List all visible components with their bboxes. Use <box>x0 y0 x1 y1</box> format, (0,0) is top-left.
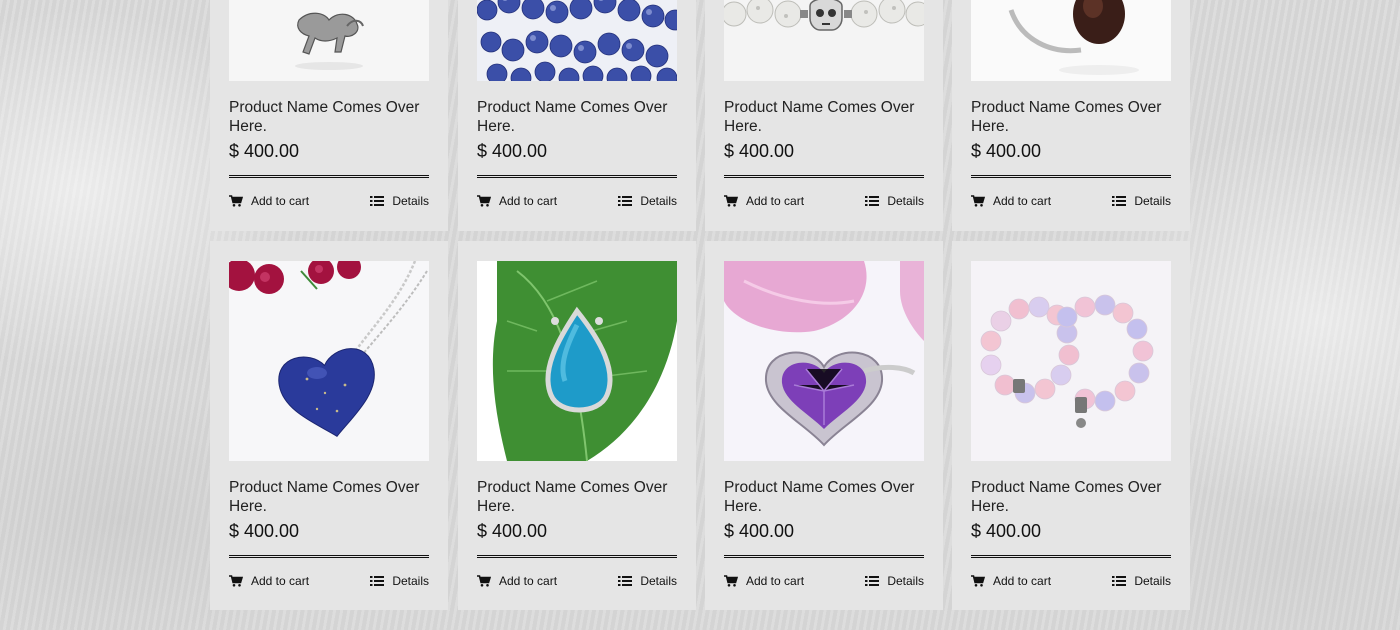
product-name[interactable]: Product Name Comes Over Here. <box>971 98 1176 136</box>
details-button[interactable]: Details <box>865 193 924 209</box>
divider <box>477 175 677 178</box>
list-icon <box>370 576 385 586</box>
details-button[interactable]: Details <box>370 193 429 209</box>
details-button[interactable]: Details <box>618 193 677 209</box>
add-to-cart-label: Add to cart <box>746 194 805 208</box>
cart-icon <box>477 575 491 587</box>
details-label: Details <box>392 574 429 588</box>
product-card: Product Name Comes Over Here. $ 400.00 A… <box>210 241 448 610</box>
add-to-cart-label: Add to cart <box>993 574 1052 588</box>
add-to-cart-label: Add to cart <box>251 194 310 208</box>
product-price: $ 400.00 <box>477 521 548 541</box>
divider <box>971 555 1171 558</box>
details-button[interactable]: Details <box>370 573 429 589</box>
details-button[interactable]: Details <box>1112 193 1171 209</box>
divider <box>971 175 1171 178</box>
product-card: Product Name Comes Over Here. $ 400.00 A… <box>705 241 943 610</box>
add-to-cart-button[interactable]: Add to cart <box>724 573 804 589</box>
divider <box>724 555 924 558</box>
cart-icon <box>971 575 985 587</box>
divider <box>229 555 429 558</box>
add-to-cart-button[interactable]: Add to cart <box>724 193 804 209</box>
product-card: Product Name Comes Over Here. $ 400.00 A… <box>705 0 943 231</box>
details-label: Details <box>1134 574 1171 588</box>
product-image[interactable] <box>724 261 924 461</box>
cart-icon <box>724 575 738 587</box>
details-label: Details <box>887 574 924 588</box>
product-card: Product Name Comes Over Here. $ 400.00 A… <box>952 0 1190 231</box>
product-price: $ 400.00 <box>724 141 795 161</box>
add-to-cart-label: Add to cart <box>251 574 310 588</box>
add-to-cart-button[interactable]: Add to cart <box>229 573 309 589</box>
list-icon <box>865 196 880 206</box>
product-image[interactable] <box>229 0 429 81</box>
list-icon <box>618 576 633 586</box>
cart-icon <box>724 195 738 207</box>
product-image[interactable] <box>971 0 1171 81</box>
list-icon <box>618 196 633 206</box>
product-image[interactable] <box>229 261 429 461</box>
details-label: Details <box>887 194 924 208</box>
cart-icon <box>229 575 243 587</box>
details-button[interactable]: Details <box>865 573 924 589</box>
add-to-cart-button[interactable]: Add to cart <box>477 193 557 209</box>
product-name[interactable]: Product Name Comes Over Here. <box>477 98 682 136</box>
details-label: Details <box>1134 194 1171 208</box>
add-to-cart-label: Add to cart <box>499 574 558 588</box>
details-button[interactable]: Details <box>1112 573 1171 589</box>
product-price: $ 400.00 <box>229 521 300 541</box>
product-name[interactable]: Product Name Comes Over Here. <box>229 478 434 516</box>
details-label: Details <box>640 194 677 208</box>
divider <box>477 555 677 558</box>
product-price: $ 400.00 <box>229 141 300 161</box>
product-card: Product Name Comes Over Here. $ 400.00 A… <box>458 241 696 610</box>
product-price: $ 400.00 <box>971 141 1042 161</box>
product-image[interactable] <box>477 261 677 461</box>
cart-icon <box>477 195 491 207</box>
product-price: $ 400.00 <box>724 521 795 541</box>
list-icon <box>865 576 880 586</box>
product-price: $ 400.00 <box>477 141 548 161</box>
details-label: Details <box>392 194 429 208</box>
cart-icon <box>971 195 985 207</box>
add-to-cart-label: Add to cart <box>499 194 558 208</box>
details-label: Details <box>640 574 677 588</box>
add-to-cart-button[interactable]: Add to cart <box>971 193 1051 209</box>
add-to-cart-button[interactable]: Add to cart <box>971 573 1051 589</box>
divider <box>724 175 924 178</box>
details-button[interactable]: Details <box>618 573 677 589</box>
product-card: Product Name Comes Over Here. $ 400.00 A… <box>458 0 696 231</box>
list-icon <box>1112 576 1127 586</box>
product-card: Product Name Comes Over Here. $ 400.00 A… <box>952 241 1190 610</box>
product-image[interactable] <box>971 261 1171 461</box>
product-image[interactable] <box>477 0 677 81</box>
product-price: $ 400.00 <box>971 521 1042 541</box>
product-name[interactable]: Product Name Comes Over Here. <box>477 478 682 516</box>
cart-icon <box>229 195 243 207</box>
product-card: Product Name Comes Over Here. $ 400.00 A… <box>210 0 448 231</box>
add-to-cart-label: Add to cart <box>746 574 805 588</box>
product-name[interactable]: Product Name Comes Over Here. <box>724 478 929 516</box>
add-to-cart-label: Add to cart <box>993 194 1052 208</box>
add-to-cart-button[interactable]: Add to cart <box>229 193 309 209</box>
add-to-cart-button[interactable]: Add to cart <box>477 573 557 589</box>
product-image[interactable] <box>724 0 924 81</box>
divider <box>229 175 429 178</box>
product-name[interactable]: Product Name Comes Over Here. <box>724 98 929 136</box>
list-icon <box>370 196 385 206</box>
list-icon <box>1112 196 1127 206</box>
product-name[interactable]: Product Name Comes Over Here. <box>229 98 434 136</box>
product-name[interactable]: Product Name Comes Over Here. <box>971 478 1176 516</box>
